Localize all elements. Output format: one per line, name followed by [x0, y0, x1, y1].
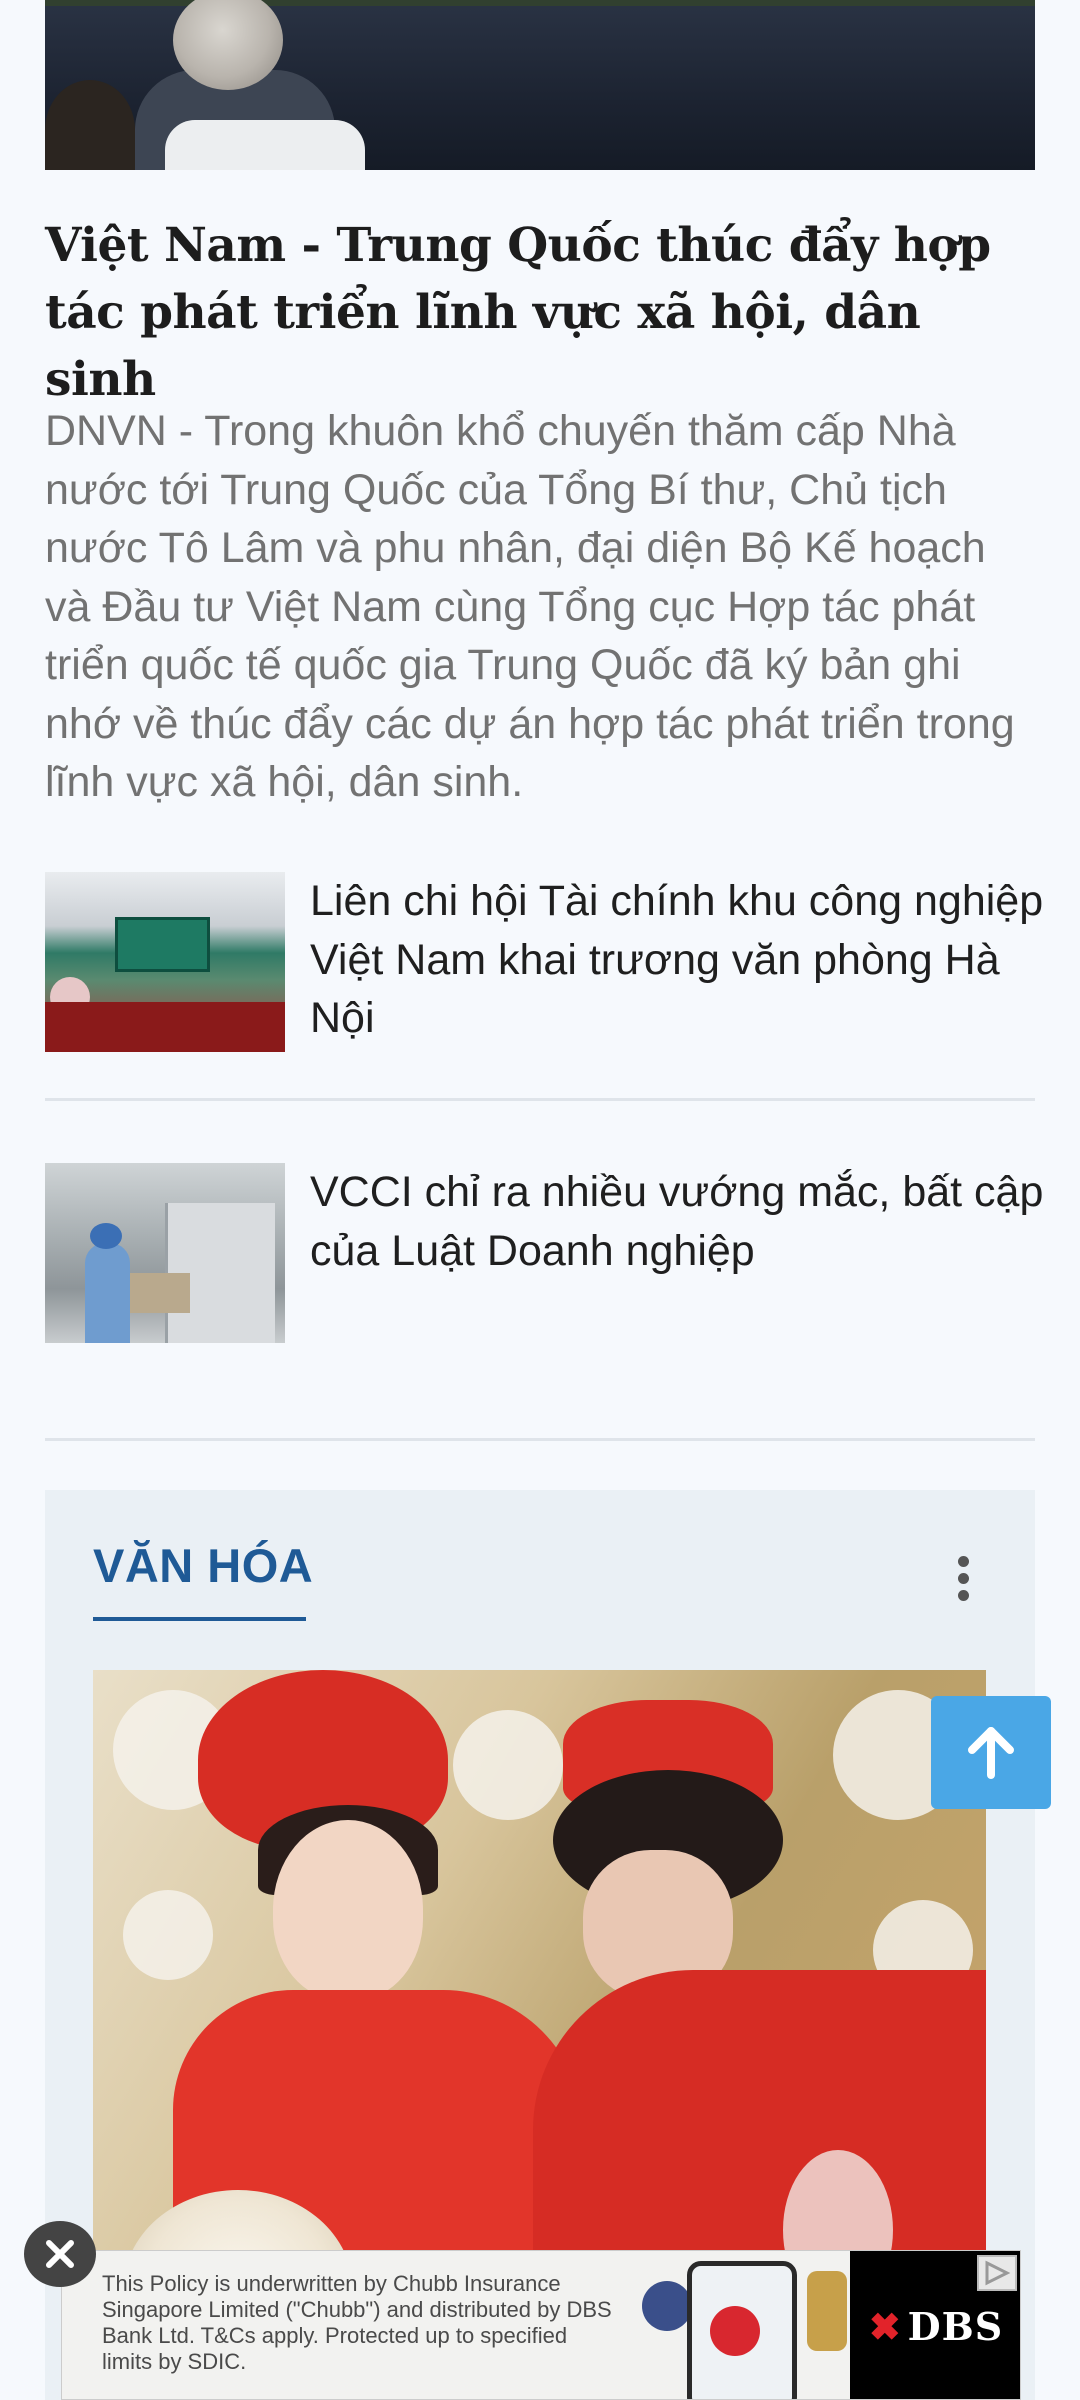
close-icon: [46, 2240, 74, 2268]
divider: [45, 1098, 1035, 1101]
related-article[interactable]: VCCI chỉ ra nhiều vướng mắc, bất cập của…: [45, 1163, 1043, 1343]
ad-disclaimer-text: This Policy is underwritten by Chubb Ins…: [102, 2271, 612, 2374]
arrow-up-icon: [968, 1726, 1014, 1779]
article-summary: DNVN - Trong khuôn khổ chuyến thăm cấp N…: [45, 407, 1015, 806]
ad-brand-name: DBS: [907, 2303, 1004, 2349]
related-article-title[interactable]: VCCI chỉ ra nhiều vướng mắc, bất cập của…: [310, 1163, 1050, 1280]
related-article[interactable]: Liên chi hội Tài chính khu công nghiệp V…: [45, 872, 1043, 1052]
related-article-thumbnail[interactable]: [45, 1163, 285, 1343]
article-page: Việt Nam - Trung Quốc thúc đẩy hợp tác p…: [0, 0, 1080, 2400]
section-title[interactable]: VĂN HÓA: [93, 1538, 313, 1593]
ad-illustration: [807, 2271, 847, 2351]
ad-choices-icon[interactable]: [977, 2255, 1017, 2291]
article-headline[interactable]: Việt Nam - Trung Quốc thúc đẩy hợp tác p…: [45, 212, 1035, 413]
hero-image[interactable]: [45, 0, 1035, 170]
close-ad-button[interactable]: [24, 2221, 96, 2287]
ad-phone-illustration: [687, 2261, 797, 2399]
advertisement-banner[interactable]: This Policy is underwritten by Chubb Ins…: [61, 2250, 1021, 2400]
dbs-star-icon: ✖: [868, 2303, 902, 2349]
ad-illustration: [642, 2281, 692, 2331]
more-options-icon[interactable]: [953, 1556, 973, 1604]
related-article-title[interactable]: Liên chi hội Tài chính khu công nghiệp V…: [310, 872, 1050, 1048]
section-title-underline: [93, 1617, 306, 1621]
scroll-to-top-button[interactable]: [931, 1696, 1051, 1809]
divider: [45, 1438, 1035, 1441]
related-article-thumbnail[interactable]: [45, 872, 285, 1052]
